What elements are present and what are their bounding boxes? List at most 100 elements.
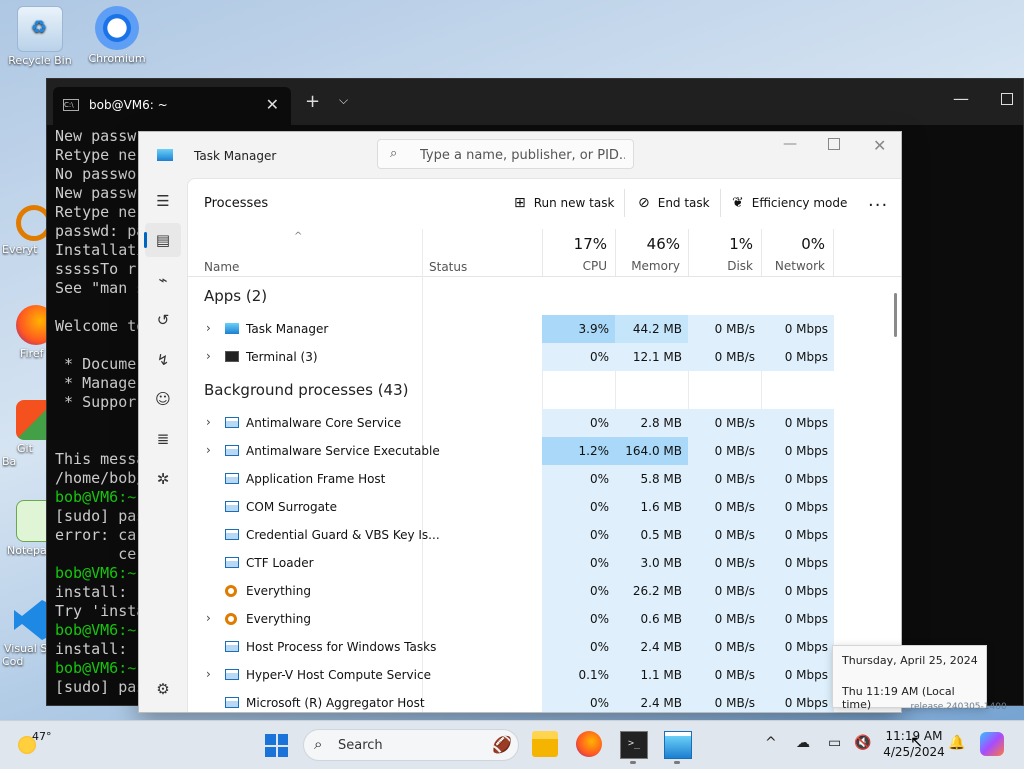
start-button[interactable] [265,734,288,757]
desktop-icon-git-bash[interactable]: Git Ba [2,400,48,468]
process-row[interactable]: › Antimalware Service Executable 1.2% 164.0… [188,437,901,465]
process-row[interactable]: › Terminal (3) 0% 12.1 MB 0 MB/s 0 Mbps [188,343,901,371]
git-bash-icon [16,400,48,440]
cloud-offline-icon[interactable]: ☁ [796,735,810,751]
close-icon[interactable]: ✕ [873,136,886,155]
start-tile [277,746,288,757]
process-row[interactable]: Everything 0% 26.2 MB 0 MB/s 0 Mbps [188,577,901,605]
performance-nav-icon[interactable]: ⌁ [145,263,181,297]
maximize-icon[interactable] [828,138,840,150]
process-memory: 0.6 MB [615,605,688,633]
minimize-icon[interactable]: — [783,136,797,152]
task-manager-app-icon[interactable] [664,731,692,759]
desktop-icon-everything[interactable]: Everyt [2,205,48,256]
efficiency-mode-button[interactable]: ❦ Efficiency mode [732,195,847,211]
column-header-name[interactable]: Name [204,260,239,274]
process-row[interactable]: Credential Guard & VBS Key Is... 0% 0.5 MB… [188,521,901,549]
new-tab-icon[interactable]: + [305,91,320,112]
search-icon: ⌕ [314,735,323,753]
terminal-tab[interactable]: C:\ bob@VM6: ~ ✕ [53,87,291,125]
scrollbar-thumb[interactable] [894,293,897,337]
firefox-icon[interactable] [576,731,602,757]
everything-icon [225,613,237,625]
desktop-icon-vscode[interactable]: Visual S Cod [2,600,48,668]
process-row[interactable]: COM Surrogate 0% 1.6 MB 0 MB/s 0 Mbps [188,493,901,521]
volume-muted-icon[interactable]: 🔇 [854,735,871,751]
column-header-cpu[interactable]: 17% CPU [542,229,615,277]
minimize-icon[interactable]: — [953,89,969,108]
file-explorer-icon[interactable] [532,731,558,757]
chevron-right-icon[interactable]: › [206,667,211,681]
desktop-icon-notepad[interactable]: Notepa [2,500,48,557]
terminal-line: /home/bob/ [55,469,146,487]
header-divider [188,276,901,277]
chevron-right-icon[interactable]: › [206,349,211,363]
process-row[interactable]: › Hyper-V Host Compute Service 0.1% 1.1 MB 0… [188,661,901,689]
more-options-icon[interactable]: ... [868,190,888,211]
process-row[interactable]: › Everything 0% 0.6 MB 0 MB/s 0 Mbps [188,605,901,633]
task-manager-window[interactable]: Task Manager ⌕ — ✕ ☰ ▤ ⌁ ↺ ↯ ☺ ≣ ✲ ⚙ Pro… [138,131,902,713]
processes-nav-icon[interactable]: ▤ [144,223,181,257]
process-memory: 3.0 MB [615,549,688,577]
close-icon[interactable]: ✕ [266,95,279,114]
process-row[interactable]: CTF Loader 0% 3.0 MB 0 MB/s 0 Mbps [188,549,901,577]
terminal-line: install: [55,583,137,601]
chevron-right-icon[interactable]: › [206,443,211,457]
desktop-icon-firefox[interactable]: Firef [2,305,48,360]
process-name: Hyper-V Host Compute Service [246,668,431,682]
toolbar-divider [624,189,625,217]
process-row[interactable]: Application Frame Host 0% 5.8 MB 0 MB/s 0 Mb… [188,465,901,493]
process-row[interactable]: › Task Manager 3.9% 44.2 MB 0 MB/s 0 Mbps [188,315,901,343]
process-memory: 2.8 MB [615,409,688,437]
details-nav-icon[interactable]: ≣ [145,422,181,456]
column-header-memory[interactable]: 46% Memory [615,229,688,277]
chevron-right-icon[interactable]: › [206,611,211,625]
notification-bell-icon[interactable]: 🔔 [948,735,965,751]
sort-caret-icon: ^ [294,231,303,242]
terminal-line: * Docume [55,355,137,373]
process-disk: 0 MB/s [688,577,761,605]
copilot-icon[interactable] [980,732,1004,756]
process-network: 0 Mbps [761,605,834,633]
process-row[interactable]: Microsoft (R) Aggregator Host 0% 2.4 MB 0 M… [188,689,901,712]
recycle-bin-icon: ♻ [17,6,63,52]
column-header-network[interactable]: 0% Network [761,229,834,277]
process-memory: 1.1 MB [615,661,688,689]
process-network: 0 Mbps [761,493,834,521]
app-history-nav-icon[interactable]: ↺ [145,303,181,337]
chevron-down-icon[interactable]: ⌵ [339,93,348,108]
start-tile [277,734,288,745]
users-nav-icon[interactable]: ☺ [145,382,181,416]
search-box[interactable]: ⌕ [377,139,634,169]
services-nav-icon[interactable]: ✲ [145,462,181,496]
chevron-right-icon[interactable]: › [206,415,211,429]
process-name: Terminal (3) [246,350,318,364]
startup-apps-nav-icon[interactable]: ↯ [145,343,181,377]
process-cpu: 0% [542,577,615,605]
desktop-icon-chromium[interactable]: Chromium [77,6,157,65]
settings-gear-icon[interactable]: ⚙ [145,672,181,706]
column-header-status[interactable]: Status [429,260,467,274]
taskbar-search[interactable]: ⌕ Search 🏈 [303,729,519,761]
run-new-task-button[interactable]: ⊞ Run new task [514,195,614,211]
display-icon[interactable]: ▭ [828,735,841,751]
process-row[interactable]: Host Process for Windows Tasks 0% 2.4 MB 0 … [188,633,901,661]
process-memory: 12.1 MB [615,343,688,371]
process-row[interactable]: › Antimalware Core Service 0% 2.8 MB 0 MB/s 0… [188,409,901,437]
chevron-up-icon[interactable]: ^ [765,735,777,751]
everything-icon [225,585,237,597]
column-header-disk[interactable]: 1% Disk [688,229,761,277]
terminal-line: Welcome to [55,317,146,335]
run-new-task-label: Run new task [533,196,615,210]
maximize-icon[interactable] [1001,93,1013,105]
terminal-output[interactable]: New passw Retype ne No passwo New passw Rety… [55,127,145,697]
hamburger-menu-icon[interactable]: ☰ [145,184,181,218]
terminal-app-icon[interactable]: >_ [620,731,648,759]
terminal-tab-title: bob@VM6: ~ [89,98,168,112]
desktop-icon-recycle-bin[interactable]: ♻ Recycle Bin [0,6,80,67]
search-input[interactable] [418,145,627,165]
process-network: 0 Mbps [761,633,834,661]
end-task-button[interactable]: ⊘ End task [638,195,710,211]
group-title-apps: Apps (2) [204,287,268,305]
chevron-right-icon[interactable]: › [206,321,211,335]
